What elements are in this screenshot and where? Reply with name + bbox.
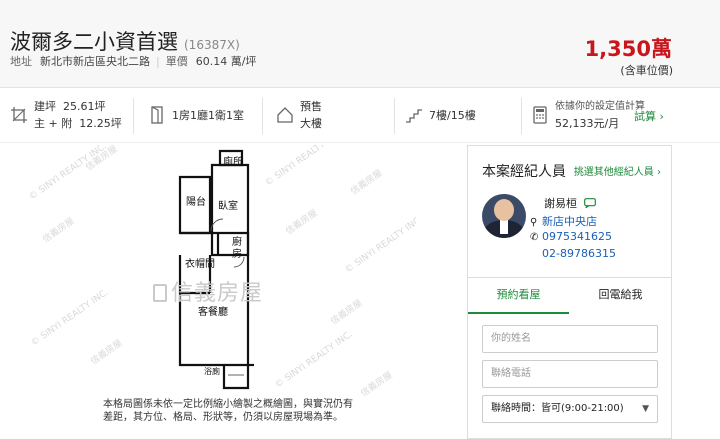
agent-phone-office[interactable]: 02-89786315 [530,247,616,260]
room-bath: 浴廁 [204,367,220,376]
address-value: 新北市新店區央北二路 [40,55,150,68]
agent-phone-mobile[interactable]: ✆ 0975341625 [530,230,612,243]
calculator-icon [533,106,547,124]
agent-avatar [482,194,526,238]
agent-name: 謝易桓 [544,195,596,211]
unit-price-value: 60.14 萬/坪 [195,55,257,68]
room-bedroom: 臥室 [218,201,238,212]
divider [262,98,263,134]
total-price: 1,350萬 [584,37,672,61]
contact-time-select[interactable]: 聯絡時間：皆可(9:00-21:00) ▼ [482,395,658,423]
spec-layout: 1房1廳1衛1室 [148,98,258,134]
room-closet: 衣帽間 [185,259,215,270]
mortgage-trial-link[interactable]: 試算 › [634,108,664,124]
spec-mortgage: 依據你的設定值計算 52,133元/月 試算 › [531,98,716,134]
chevron-down-icon: ▼ [642,404,649,414]
address-label: 地址 [10,55,32,68]
page-title: 波爾多二小資首選 (16387X) [10,26,240,56]
choose-other-agent-link[interactable]: 挑選其他經紀人員 › [574,163,661,178]
mortgage-value: 52,133元/月 [555,117,620,130]
address-line: 地址 新北市新店區央北二路 | 單價 60.14 萬/坪 [10,53,256,69]
floor-plan-note: 本格局圖係未依一定比例縮小繪製之概繪圖，與實況仍有差距，其方位、格局、形狀等，仍… [103,399,353,423]
agent-store[interactable]: ⚲ 新店中央店 [530,213,597,229]
spec-type: 預售 大樓 [276,98,386,134]
divider [133,98,134,134]
mortgage-label: 依據你的設定值計算 [555,101,645,112]
divider: | [156,55,160,68]
area-value-1: 25.61坪 [63,100,106,113]
location-pin-icon: ⚲ [530,217,538,228]
listing-code: (16387X) [184,38,240,52]
door-icon [151,106,163,124]
spec-area: 建坪 25.61坪 主 + 附 12.25坪 [10,98,130,134]
room-balcony: 陽台 [186,197,206,208]
spec-bar: 建坪 25.61坪 主 + 附 12.25坪 1房1廳1衛1室 預售 大樓 7樓… [0,88,720,143]
area-label-1: 建坪 [34,100,56,113]
listing-title: 波爾多二小資首選 [10,30,178,54]
chat-icon[interactable] [583,198,596,210]
listing-header: 波爾多二小資首選 (16387X) 地址 新北市新店區央北二路 | 單價 60.14 萬/… [0,0,720,88]
contact-tabs: 預約看屋 回電給我 [468,277,671,314]
brand-watermark: 信義房屋 [153,275,263,307]
spec-floor: 7樓/15樓 [405,98,515,134]
name-input[interactable]: 你的姓名 [482,325,658,353]
divider [521,98,522,134]
tab-callback[interactable]: 回電給我 [570,278,671,314]
divider [394,98,395,134]
type-status: 預售 [300,100,322,113]
crop-area-icon [11,107,27,123]
area-label-2: 主 + 附 [34,117,73,130]
agent-heading: 本案經紀人員 [482,164,566,180]
unit-price-label: 單價 [165,55,188,68]
floor-plan[interactable]: © SINYI REALTY INC. 信義房屋 © SINYI REALTY … [28,145,416,439]
price-note: (含車位價) [620,64,673,77]
room-kitchen: 廚房 [232,237,242,260]
logo-icon [153,284,167,302]
house-icon [277,107,293,123]
type-building: 大樓 [300,117,322,130]
tab-book-viewing[interactable]: 預約看屋 [468,278,569,314]
phone-input[interactable]: 聯絡電話 [482,360,658,388]
floor-value: 7樓/15樓 [429,109,476,122]
area-value-2: 12.25坪 [79,117,122,130]
contact-time-label: 聯絡時間： [491,403,541,414]
contact-time-value: 皆可(9:00-21:00) [541,403,624,414]
agent-panel: 本案經紀人員 挑選其他經紀人員 › 謝易桓 ⚲ 新店中央店 ✆ 0975341625… [467,145,672,439]
layout-value: 1房1廳1衛1室 [172,109,244,122]
room-toilet: 廁所 [223,157,243,168]
phone-icon: ✆ [530,232,539,243]
stairs-icon [406,109,422,123]
